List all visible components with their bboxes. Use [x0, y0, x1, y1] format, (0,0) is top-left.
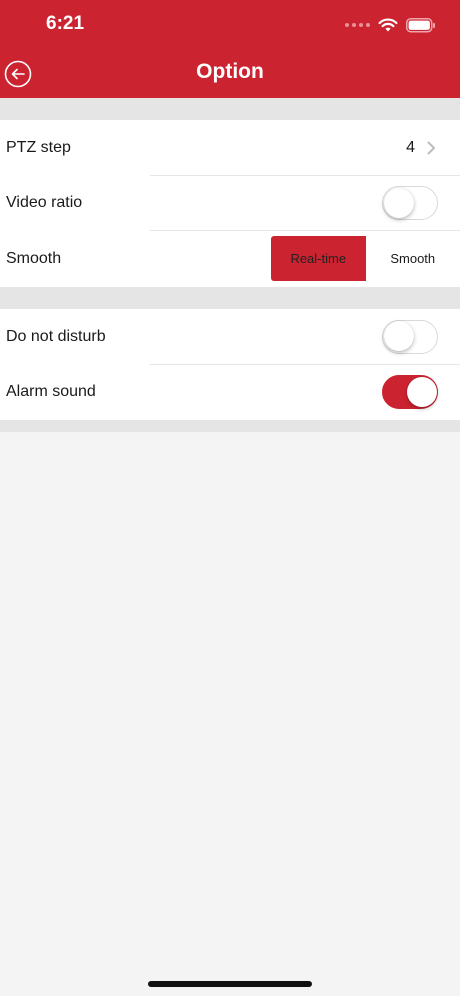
video-ratio-label: Video ratio	[6, 194, 83, 212]
status-icons	[345, 15, 436, 35]
segment-smooth[interactable]: Smooth	[366, 236, 460, 281]
segment-real-time[interactable]: Real-time	[271, 236, 366, 281]
do-not-disturb-label: Do not disturb	[6, 327, 106, 345]
battery-icon	[406, 17, 435, 32]
cellular-signal-icon	[345, 23, 370, 27]
smooth-row: Smooth Real-time Smooth	[0, 231, 460, 287]
section-gap	[0, 287, 460, 309]
status-time: 6:21	[46, 13, 85, 34]
do-not-disturb-row: Do not disturb	[0, 309, 460, 365]
wifi-icon	[378, 18, 398, 31]
status-bar: 6:21	[0, 0, 460, 50]
app-header: 6:21 Option	[0, 0, 460, 98]
navigation-bar: Option	[0, 50, 460, 98]
video-ratio-toggle[interactable]	[382, 186, 438, 221]
section-gap	[0, 420, 460, 432]
ptz-step-value: 4	[406, 138, 415, 156]
settings-group-notifications: Do not disturb Alarm sound	[0, 309, 460, 420]
settings-group-video: PTZ step 4 Video ratio Smooth Real-time …	[0, 120, 460, 287]
alarm-sound-label: Alarm sound	[6, 383, 96, 401]
alarm-sound-row: Alarm sound	[0, 365, 460, 421]
smooth-label: Smooth	[6, 249, 62, 267]
smooth-segmented-control: Real-time Smooth	[271, 236, 460, 281]
alarm-sound-toggle[interactable]	[382, 375, 438, 410]
video-ratio-row: Video ratio	[0, 176, 460, 231]
home-indicator	[148, 981, 312, 987]
ptz-step-label: PTZ step	[6, 138, 71, 156]
do-not-disturb-toggle[interactable]	[382, 319, 438, 354]
section-gap	[0, 98, 460, 120]
chevron-right-icon	[427, 141, 435, 155]
ptz-step-row[interactable]: PTZ step 4	[0, 120, 460, 176]
page-title: Option	[196, 60, 264, 83]
toggle-knob	[383, 321, 414, 352]
toggle-knob	[406, 376, 437, 407]
toggle-knob	[383, 187, 414, 218]
